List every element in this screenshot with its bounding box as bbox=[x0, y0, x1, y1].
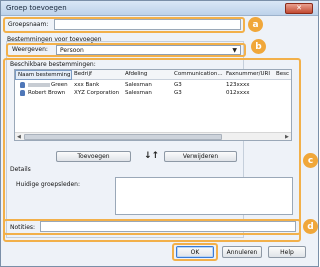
view-label: Weergeven: bbox=[12, 46, 48, 53]
column-header-name[interactable]: Naam bestemming bbox=[15, 70, 72, 80]
row-company: XYZ Corporation bbox=[74, 90, 120, 96]
table-row[interactable]: Robert Brown XYZ Corporation Salesman G3… bbox=[15, 89, 291, 97]
available-destinations-label: Beschikbare bestemmingen: bbox=[10, 61, 96, 68]
row-communication: G3 bbox=[174, 90, 182, 96]
scroll-left-icon[interactable]: ◀ bbox=[17, 134, 21, 140]
cancel-button[interactable]: Annuleren bbox=[222, 246, 262, 258]
horizontal-scrollbar[interactable]: ◀ ▶ bbox=[15, 132, 291, 140]
group-name-label: Groepsnaam: bbox=[8, 21, 49, 28]
table-row[interactable]: Green xxx Bank Salesman G3 123xxxx bbox=[15, 81, 291, 89]
close-icon: ✕ bbox=[296, 4, 302, 12]
scrollbar-thumb[interactable] bbox=[24, 134, 222, 140]
notes-label: Notities: bbox=[10, 224, 36, 231]
row-communication: G3 bbox=[174, 82, 182, 88]
group-name-input[interactable] bbox=[54, 19, 241, 30]
column-header-company[interactable]: Bedrijf bbox=[74, 71, 124, 79]
user-icon bbox=[20, 90, 25, 96]
row-fax: 123xxxx bbox=[226, 82, 250, 88]
row-department: Salesman bbox=[125, 82, 152, 88]
swap-arrows-icon: ↓↑ bbox=[144, 151, 160, 161]
window-title: Groep toevoegen bbox=[6, 4, 67, 12]
callout-a: a bbox=[248, 17, 263, 32]
callout-c: c bbox=[303, 153, 318, 168]
callout-b: b bbox=[251, 39, 266, 54]
column-header-fax[interactable]: Faxnummer/URI bbox=[226, 71, 273, 79]
callout-d: d bbox=[303, 219, 318, 234]
help-button[interactable]: Help bbox=[268, 246, 306, 258]
table-header: Naam bestemming Bedrijf Afdeling Communi… bbox=[15, 70, 291, 80]
notes-input[interactable] bbox=[40, 221, 296, 232]
column-header-department[interactable]: Afdeling bbox=[125, 71, 171, 79]
redacted-name bbox=[28, 83, 50, 87]
row-name: Green bbox=[51, 82, 68, 88]
current-members-label: Huidige groepsleden: bbox=[16, 181, 80, 188]
chevron-down-icon: ▼ bbox=[232, 47, 237, 54]
current-members-list[interactable] bbox=[115, 177, 293, 215]
user-icon bbox=[20, 82, 25, 88]
ok-button[interactable]: OK bbox=[176, 246, 214, 258]
row-name: Robert Brown bbox=[28, 90, 66, 96]
row-fax: 012xxxx bbox=[226, 90, 250, 96]
column-header-communication[interactable]: Communication... bbox=[174, 71, 224, 79]
row-department: Salesman bbox=[125, 90, 152, 96]
add-button[interactable]: Toevoegen bbox=[56, 151, 131, 162]
view-select[interactable]: Persoon ▼ bbox=[56, 45, 241, 55]
remove-button[interactable]: Verwijderen bbox=[164, 151, 237, 162]
details-label: Details bbox=[10, 166, 31, 173]
view-select-value: Persoon bbox=[60, 46, 84, 54]
row-company: xxx Bank bbox=[74, 82, 100, 88]
scroll-right-icon[interactable]: ▶ bbox=[285, 134, 289, 140]
close-button[interactable]: ✕ bbox=[285, 3, 313, 14]
column-header-description[interactable]: Besc bbox=[276, 71, 291, 79]
destinations-table[interactable]: Naam bestemming Bedrijf Afdeling Communi… bbox=[14, 69, 292, 141]
title-bar: Groep toevoegen ✕ bbox=[1, 1, 318, 16]
